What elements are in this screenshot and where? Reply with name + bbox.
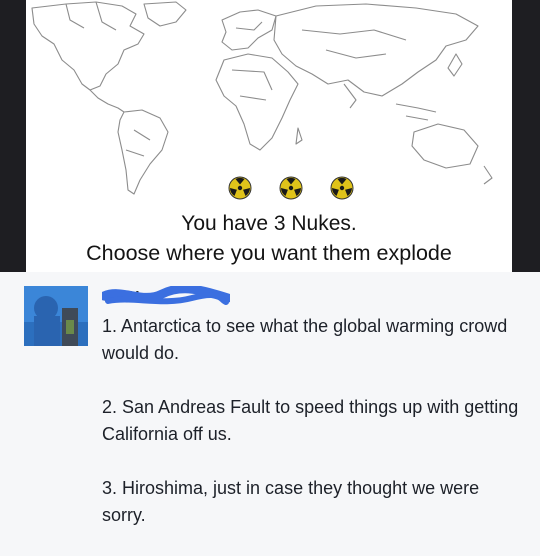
radiation-icon [228, 176, 252, 200]
radiation-icon [279, 176, 303, 200]
avatar-image [24, 286, 88, 346]
comment-body: 1. Antarctica to see what the global war… [102, 313, 522, 556]
image-frame-left [0, 0, 26, 272]
comment-line-2: 2. San Andreas Fault to speed things up … [102, 397, 519, 444]
comment: S... H... 1. Antarctica to see what the … [0, 272, 540, 540]
avatar[interactable] [24, 286, 88, 346]
central-america-outline [89, 89, 125, 113]
asia-outline [273, 3, 479, 97]
image-frame-right [512, 0, 540, 272]
europe-outline [221, 9, 277, 51]
radiation-icon [330, 176, 354, 200]
redaction-scribble [102, 286, 230, 305]
comment-author[interactable]: S... H... [102, 286, 230, 308]
nuke-icons [228, 176, 354, 200]
australia-outline [411, 123, 479, 169]
greenland-outline [143, 1, 187, 27]
south-america-outline [117, 109, 169, 195]
world-map-outline [31, 1, 493, 195]
meme-headline: You have 3 Nukes. [181, 212, 357, 235]
meme-question: Choose where you want them explode [86, 241, 452, 265]
japan-outline [447, 53, 463, 77]
meme-image: You have 3 Nukes. Choose where you want … [0, 0, 540, 272]
comment-line-1: 1. Antarctica to see what the global war… [102, 316, 508, 363]
comment-meta-cutoff [102, 530, 522, 542]
north-america-outline [31, 1, 145, 91]
africa-outline [215, 53, 299, 151]
comment-line-3: 3. Hiroshima, just in case they thought … [102, 478, 480, 525]
